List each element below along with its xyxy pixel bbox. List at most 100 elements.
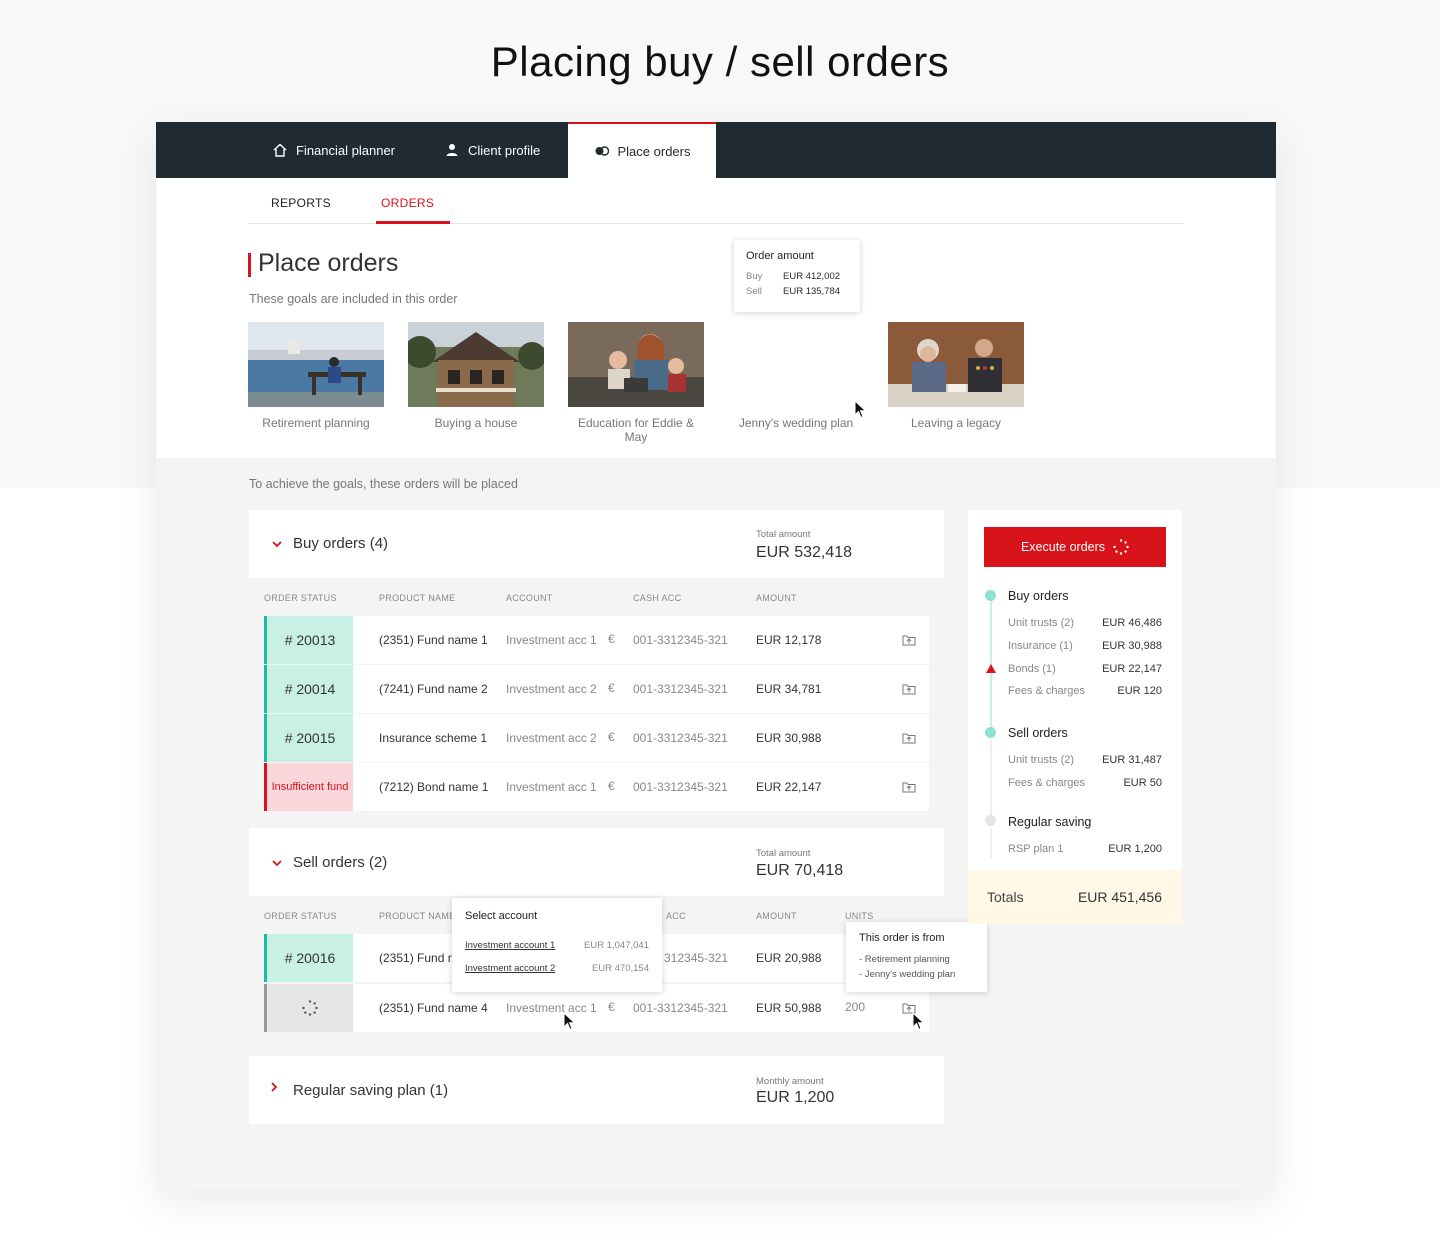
account-option[interactable]: Investment account 1 EUR 1,047,041 — [465, 934, 649, 957]
timeline-dot — [985, 590, 996, 601]
order-units: 200 — [845, 1000, 866, 1014]
tooltip-value: EUR 135,784 — [783, 286, 841, 297]
summary-value: EUR 22,147 — [1102, 663, 1162, 675]
folder-upload-icon[interactable] — [902, 732, 916, 744]
sell-orders-title: Sell orders (2) — [293, 854, 388, 871]
summary-value: EUR 120 — [1117, 685, 1162, 697]
mouse-cursor-icon — [854, 400, 867, 419]
col-amount: AMOUNT — [756, 593, 797, 603]
order-amount: EUR 50,988 — [756, 1001, 822, 1015]
cash-account: 001-3312345-321 — [633, 780, 728, 794]
nav-client-profile[interactable]: Client profile — [444, 122, 540, 178]
col-order-status: ORDER STATUS — [264, 593, 337, 603]
home-icon — [273, 143, 287, 157]
summary-value: EUR 50 — [1123, 777, 1162, 789]
regular-saving-title: Regular saving plan (1) — [293, 1082, 449, 1099]
nav-label: Place orders — [617, 143, 691, 159]
nav-label: Client profile — [468, 142, 541, 158]
active-tab-indicator — [376, 221, 450, 224]
title-accent-bar — [248, 253, 251, 277]
orders-intro: To achieve the goals, these orders will … — [249, 477, 518, 491]
loading-spinner-icon — [302, 1000, 318, 1016]
timeline-line — [990, 828, 992, 858]
cash-account: 001-3312345-321 — [633, 682, 728, 696]
saving-total: EUR 1,200 — [756, 1089, 835, 1106]
col-product-name: PRODUCT NAME — [379, 593, 456, 603]
sell-orders-header[interactable]: Sell orders (2) Total amount EUR 70,418 — [249, 828, 944, 896]
goal-card-house[interactable]: Buying a house — [408, 322, 544, 430]
col-order-status: ORDER STATUS — [264, 911, 337, 921]
account-option-link[interactable]: Investment account 1 — [465, 934, 555, 957]
buy-orders-title: Buy orders (4) — [293, 535, 389, 552]
table-row[interactable]: # 20015 Insurance scheme 1 Investment ac… — [264, 714, 929, 762]
product-name: (7212) Bond name 1 — [379, 780, 489, 794]
user-icon — [446, 144, 458, 156]
goal-card-wedding[interactable]: Jenny's wedding plan — [728, 322, 864, 430]
total-label: Total amount — [756, 529, 811, 540]
nav-place-orders[interactable]: Place orders — [568, 122, 716, 178]
page-headline: Placing buy / sell orders — [490, 38, 950, 85]
summary-buy-title: Buy orders — [1008, 589, 1069, 603]
tab-orders[interactable]: ORDERS — [381, 196, 434, 210]
account-select[interactable]: Investment acc 1 — [506, 780, 597, 794]
cash-account: 001-3312345-321 — [633, 1001, 728, 1015]
account-option-link[interactable]: Investment account 2 — [465, 957, 555, 980]
summary-key: Fees & charges — [1008, 685, 1086, 697]
total-label: Total amount — [756, 848, 811, 859]
chevron-down-icon — [272, 860, 282, 867]
order-status: # 20013 — [264, 616, 353, 664]
summary-key: RSP plan 1 — [1008, 843, 1064, 855]
goal-card-education[interactable]: Education for Eddie & May — [568, 322, 704, 444]
folder-upload-icon[interactable] — [902, 683, 916, 695]
order-status-error: Insufficient fund — [264, 763, 353, 811]
summary-key: Unit trusts (2) — [1008, 754, 1075, 766]
buy-orders-header[interactable]: Buy orders (4) Total amount EUR 532,418 — [249, 510, 944, 578]
mouse-cursor-icon — [563, 1012, 576, 1031]
col-amount: AMOUNT — [756, 911, 797, 921]
folder-upload-icon[interactable] — [902, 781, 916, 793]
tooltip-item: - Jenny's wedding plan — [859, 969, 956, 980]
goal-label: Jenny's wedding plan — [738, 416, 854, 430]
timeline-dot — [985, 727, 996, 738]
timeline-dot — [985, 815, 996, 826]
order-summary-panel: Execute orders Buy orders Unit trusts (2… — [968, 510, 1182, 924]
account-option-amount: EUR 470,154 — [591, 963, 649, 974]
table-row[interactable]: Insufficient fund (7212) Bond name 1 Inv… — [264, 763, 929, 811]
euro-icon: € — [608, 632, 615, 646]
order-amount: EUR 34,781 — [756, 682, 822, 696]
tooltip-value: EUR 412,002 — [783, 271, 841, 282]
summary-saving-title: Regular saving — [1008, 815, 1092, 829]
account-select[interactable]: Investment acc 1 — [506, 1001, 597, 1015]
goal-card-retirement[interactable]: Retirement planning — [248, 322, 384, 430]
tooltip-item: - Retirement planning — [859, 954, 950, 965]
goal-label: Education for Eddie & May — [577, 416, 695, 444]
warning-triangle-icon — [986, 664, 996, 673]
goal-image-placeholder — [728, 322, 864, 407]
summary-key: Fees & charges — [1008, 777, 1086, 789]
tab-reports[interactable]: REPORTS — [271, 196, 331, 210]
euro-icon: € — [608, 681, 615, 695]
product-name: Insurance scheme 1 — [379, 731, 488, 745]
select-account-popup: Select account Investment account 1 EUR … — [452, 898, 662, 992]
product-name: (2351) Fund name 4 — [379, 1001, 488, 1015]
mouse-cursor-icon — [912, 1012, 925, 1031]
account-select[interactable]: Investment acc 2 — [506, 731, 597, 745]
account-select[interactable]: Investment acc 1 — [506, 633, 597, 647]
loading-spinner-icon — [1113, 539, 1129, 555]
col-units: UNITS — [845, 911, 874, 921]
euro-icon: € — [608, 779, 615, 793]
folder-upload-icon[interactable] — [902, 634, 916, 646]
account-option[interactable]: Investment account 2 EUR 470,154 — [465, 957, 649, 980]
buy-total: EUR 532,418 — [756, 544, 853, 561]
execute-orders-button[interactable]: Execute orders — [984, 527, 1166, 567]
table-row[interactable]: # 20014 (7241) Fund name 2 Investment ac… — [264, 665, 929, 713]
goal-card-legacy[interactable]: Leaving a legacy — [888, 322, 1024, 430]
account-select[interactable]: Investment acc 2 — [506, 682, 597, 696]
order-status: # 20014 — [264, 665, 353, 713]
regular-saving-header[interactable]: Regular saving plan (1) Monthly amount E… — [249, 1056, 944, 1124]
app-window: Financial planner Client profile Place o… — [156, 122, 1276, 1190]
col-cash-acc: ACC — [666, 911, 686, 921]
table-row[interactable]: # 20013 (2351) Fund name 1 Investment ac… — [264, 616, 929, 664]
nav-financial-planner[interactable]: Financial planner — [272, 122, 395, 178]
chevron-right-icon — [271, 1082, 278, 1092]
